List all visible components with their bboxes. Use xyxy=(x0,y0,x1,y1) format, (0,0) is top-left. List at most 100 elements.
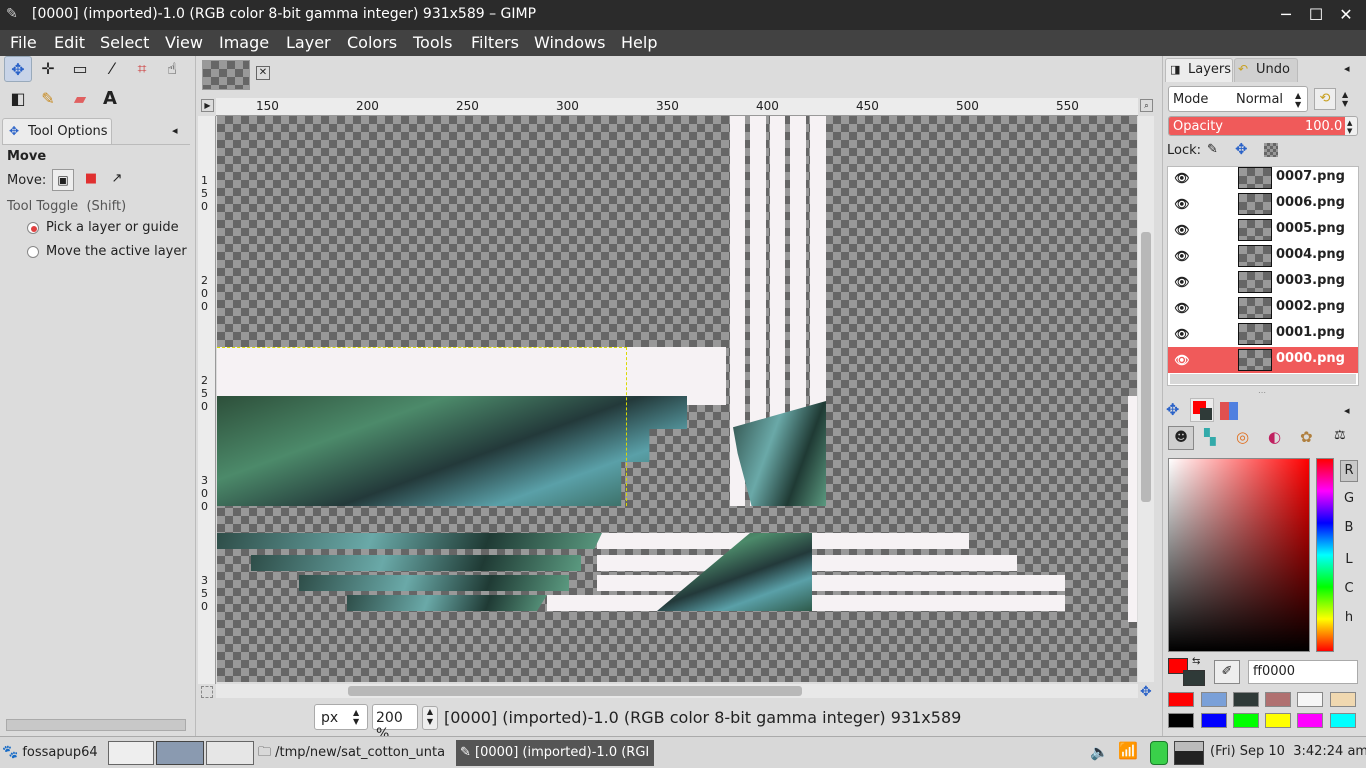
move-tool-icon[interactable]: ✥ xyxy=(4,56,32,82)
color-history-swatch[interactable] xyxy=(1168,692,1194,707)
spin-arrows-icon[interactable]: ▲ ▼ xyxy=(1342,90,1348,108)
eye-icon[interactable]: 👁 xyxy=(1174,223,1190,237)
color-history-swatch[interactable] xyxy=(1265,713,1291,728)
pane-separator[interactable]: ⋯ xyxy=(1258,388,1266,397)
tab-tools[interactable]: ✥ xyxy=(1166,400,1179,419)
color-history-swatch[interactable] xyxy=(1330,692,1356,707)
color-history-swatch[interactable] xyxy=(1233,692,1259,707)
radio-pick-layer[interactable] xyxy=(27,222,39,234)
color-history-swatch[interactable] xyxy=(1201,692,1227,707)
layer-row[interactable]: 👁 0004.png xyxy=(1168,243,1358,269)
layer-row[interactable]: 👁 0007.png xyxy=(1168,165,1358,191)
layer-mode-switch-icon[interactable]: ⟲ xyxy=(1314,88,1336,110)
layer-row[interactable]: 👁 0005.png xyxy=(1168,217,1358,243)
bg-color-swatch[interactable] xyxy=(1183,670,1205,686)
minimize-icon[interactable]: ─ xyxy=(1276,5,1296,25)
zoom-spin-icon[interactable]: ▲ ▼ xyxy=(422,706,438,730)
color-history-swatch[interactable] xyxy=(1201,713,1227,728)
horizontal-scrollbar[interactable] xyxy=(216,684,1138,698)
eye-icon[interactable]: 👁 xyxy=(1174,275,1190,289)
color-history-swatch[interactable] xyxy=(1168,713,1194,728)
opacity-slider[interactable]: Opacity 100.0 ▲ ▼ xyxy=(1168,116,1358,136)
channel-g-button[interactable]: G xyxy=(1340,489,1358,511)
watercolor-selector-icon[interactable]: ✿ xyxy=(1300,428,1313,446)
swap-colors-icon[interactable]: ⇆ xyxy=(1192,656,1200,667)
vertical-scrollbar[interactable] xyxy=(1138,116,1154,682)
color-square[interactable] xyxy=(1168,458,1310,652)
drive-icon[interactable] xyxy=(1150,741,1168,765)
align-tool-icon[interactable]: ✛ xyxy=(34,56,62,82)
clock[interactable]: (Fri) Sep 10 3:42:24 am xyxy=(1210,744,1366,759)
eye-icon[interactable]: 👁 xyxy=(1174,301,1190,315)
layer-row[interactable]: 👁 0002.png xyxy=(1168,295,1358,321)
menu-image[interactable]: Image xyxy=(219,33,269,53)
lock-alpha-icon[interactable] xyxy=(1264,143,1278,157)
start-menu-button[interactable]: 🐾 fossapup64 xyxy=(2,740,106,766)
eye-icon[interactable]: 👁 xyxy=(1174,197,1190,211)
mode-select[interactable]: Mode Normal ▲ ▼ xyxy=(1168,86,1308,112)
wheel-selector-icon[interactable]: ◎ xyxy=(1236,428,1249,446)
channel-c-button[interactable]: C xyxy=(1340,579,1358,601)
wifi-icon[interactable]: 📶 xyxy=(1118,741,1138,760)
tab-undo[interactable]: ↶ Undo xyxy=(1234,58,1298,82)
lock-position-icon[interactable]: ✥ xyxy=(1235,140,1248,158)
menu-select[interactable]: Select xyxy=(100,33,149,53)
eye-icon[interactable]: 👁 xyxy=(1174,171,1190,185)
gradient-tool-icon[interactable]: ◧ xyxy=(4,86,32,112)
taskbar-item-filemanager[interactable]: 🗀 /tmp/new/sat_cotton_unta xyxy=(258,740,454,766)
layer-row[interactable]: 👁 0001.png xyxy=(1168,321,1358,347)
eraser-tool-icon[interactable]: ▰ xyxy=(66,86,94,112)
palette-tab-icon[interactable] xyxy=(1220,402,1238,420)
menu-filters[interactable]: Filters xyxy=(471,33,519,53)
fuzzy-select-icon[interactable]: ⁄ xyxy=(98,56,126,82)
triangle-selector-icon[interactable]: ◐ xyxy=(1268,428,1281,446)
move-layer-icon[interactable]: ▣ xyxy=(52,169,74,191)
pencil-tool-icon[interactable]: ✎ xyxy=(34,86,62,112)
volume-icon[interactable]: 🔈 xyxy=(1090,743,1109,761)
channel-b-button[interactable]: B xyxy=(1340,518,1358,540)
horizontal-scroll-thumb[interactable] xyxy=(348,686,802,696)
hue-strip[interactable] xyxy=(1316,458,1334,652)
warp-tool-icon[interactable]: ☝ xyxy=(158,56,186,82)
layer-row[interactable]: 👁 0003.png xyxy=(1168,269,1358,295)
taskbar-item-gimp[interactable]: ✎ [0000] (imported)-1.0 (RGI xyxy=(456,740,654,766)
zoom-fit-icon[interactable]: ⌕ xyxy=(1140,99,1153,112)
unit-select[interactable]: px ▲ ▼ xyxy=(314,704,368,730)
channel-r-button[interactable]: R xyxy=(1340,460,1358,482)
layer-row-active[interactable]: 👁 0000.png xyxy=(1168,347,1358,373)
color-picker-icon[interactable]: ✐ xyxy=(1214,660,1240,684)
close-tab-icon[interactable]: ✕ xyxy=(256,66,270,80)
ruler-menu-icon[interactable]: ▶ xyxy=(201,99,214,112)
color-history-swatch[interactable] xyxy=(1297,713,1323,728)
move-selection-icon[interactable]: ■ xyxy=(80,169,102,191)
hex-input[interactable]: ff0000 xyxy=(1248,660,1358,684)
system-monitor-icon[interactable] xyxy=(1174,741,1204,765)
eye-icon[interactable]: 👁 xyxy=(1174,353,1190,367)
navigate-icon[interactable]: ✥ xyxy=(1140,684,1152,700)
rect-select-icon[interactable]: ▭ xyxy=(66,56,94,82)
image-canvas[interactable] xyxy=(217,116,1137,682)
crop-tool-icon[interactable]: ⌗ xyxy=(128,56,156,82)
lock-pixels-icon[interactable]: ✎ xyxy=(1207,142,1218,157)
layers-scrollbar[interactable] xyxy=(1170,374,1356,384)
eye-icon[interactable]: 👁 xyxy=(1174,327,1190,341)
menu-file[interactable]: File xyxy=(10,33,37,53)
layer-row[interactable]: 👁 0006.png xyxy=(1168,191,1358,217)
configure-tab-icon[interactable]: ◂ xyxy=(172,124,178,137)
tab-colors[interactable] xyxy=(1190,398,1214,422)
color-history-swatch[interactable] xyxy=(1330,713,1356,728)
cmyk-selector-icon[interactable]: ▚ xyxy=(1204,428,1216,446)
menu-colors[interactable]: Colors xyxy=(347,33,397,53)
quick-mask-icon[interactable] xyxy=(201,686,213,698)
move-path-icon[interactable]: ↗ xyxy=(106,169,128,191)
eye-icon[interactable]: 👁 xyxy=(1174,249,1190,263)
color-history-swatch[interactable] xyxy=(1265,692,1291,707)
workspace-1[interactable] xyxy=(156,741,204,765)
configure-tab-icon[interactable]: ◂ xyxy=(1344,404,1350,417)
gimp-selector-icon[interactable]: ☻ xyxy=(1168,426,1194,450)
menu-help[interactable]: Help xyxy=(621,33,657,53)
tool-options-scrollbar[interactable] xyxy=(6,719,186,731)
configure-tab-icon[interactable]: ◂ xyxy=(1344,62,1350,75)
menu-tools[interactable]: Tools xyxy=(413,33,452,53)
zoom-field[interactable]: 200 % xyxy=(372,704,418,742)
